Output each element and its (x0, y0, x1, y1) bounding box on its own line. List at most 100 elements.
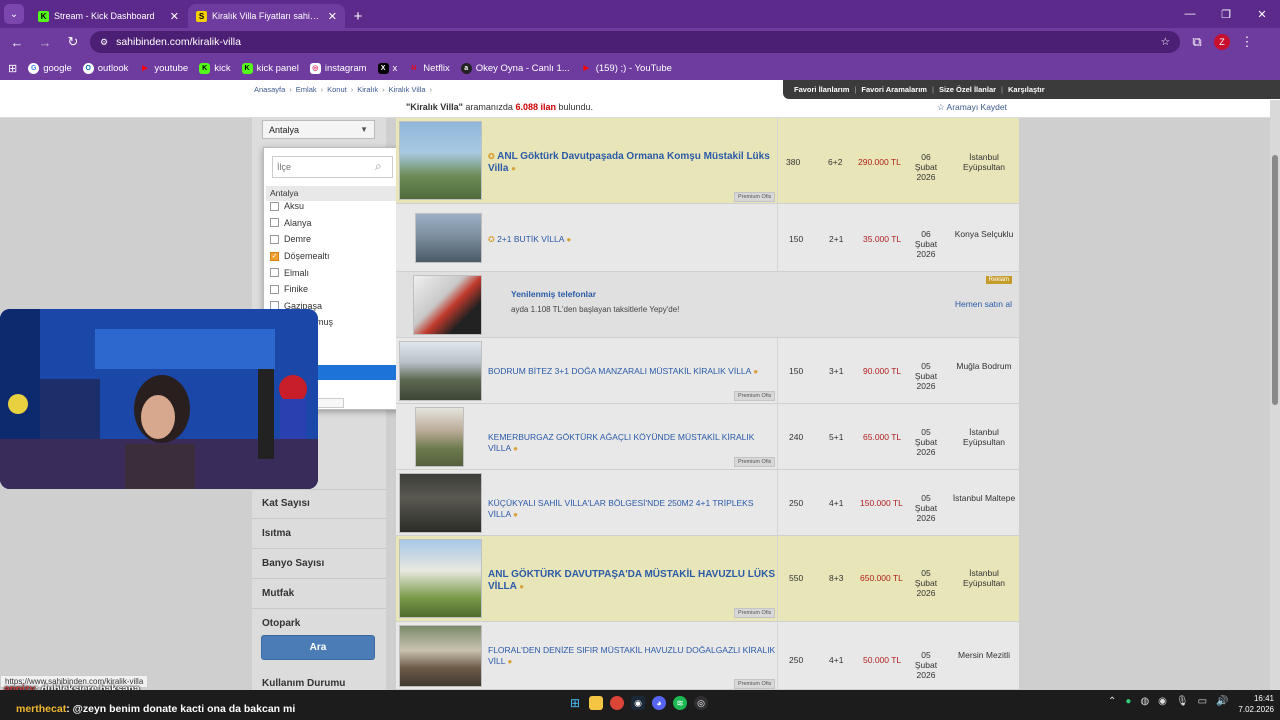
district-option[interactable]: ✓ Döşemealtı (270, 248, 404, 265)
page-scrollbar[interactable] (1270, 100, 1280, 690)
forward-icon[interactable]: → (34, 31, 56, 53)
search-button[interactable]: Ara (261, 635, 375, 660)
listing-thumbnail[interactable] (399, 473, 482, 533)
filter-bathroom-count[interactable]: Banyo Sayısı (262, 558, 324, 569)
favorite-icon[interactable]: ● (753, 367, 758, 376)
apps-grid-icon[interactable]: ⊞ (8, 62, 17, 75)
bookmark-x[interactable]: Xx (377, 62, 397, 74)
ad-cta-link[interactable]: Hemen satın al (955, 299, 1012, 309)
filter-parking[interactable]: Otopark (262, 618, 300, 629)
special-listings-link[interactable]: Size Özel İlanlar (939, 85, 996, 94)
save-search-link[interactable]: ☆ Aramayı Kaydet (937, 102, 1007, 113)
bookmark-kick-panel[interactable]: Kkick panel (241, 62, 299, 74)
listing-title[interactable]: ✪ 2+1 BUTİK VİLLA ● (488, 234, 778, 245)
new-tab-button[interactable]: + (346, 4, 370, 28)
listing-thumbnail[interactable] (415, 407, 464, 467)
listing-title[interactable]: KÜÇÜKYALI SAHİL VİLLA'LAR BÖLGESİ'NDE 25… (488, 498, 778, 520)
listing-thumbnail[interactable] (399, 341, 482, 401)
listing-row[interactable]: KÜÇÜKYALI SAHİL VİLLA'LAR BÖLGESİ'NDE 25… (396, 470, 1019, 536)
favorite-searches-link[interactable]: Favori Aramalarım (861, 85, 927, 94)
district-option[interactable]: Demre (270, 231, 404, 248)
listing-row[interactable]: ✪ ANL Göktürk Davutpaşada Ormana Komşu M… (396, 118, 1019, 204)
sponsored-ad[interactable]: Yenilenmiş telefonlar ayda 1.108 TL'den … (396, 272, 1019, 338)
favorite-icon[interactable]: ● (513, 444, 518, 453)
bookmark-instagram[interactable]: ◎ instagram (309, 62, 367, 74)
extensions-icon[interactable]: ⧉ (1186, 31, 1208, 53)
ad-title[interactable]: Yenilenmiş telefonlar (511, 289, 596, 299)
steam-icon[interactable]: ◉ (631, 696, 645, 710)
bookmark-star-icon[interactable]: ☆ (1161, 36, 1170, 48)
scrollbar-thumb[interactable] (1272, 155, 1278, 405)
minimize-icon[interactable]: — (1172, 0, 1208, 28)
favorite-icon[interactable]: ● (566, 235, 571, 244)
filter-kitchen[interactable]: Mutfak (262, 588, 294, 599)
bookmark-outlook[interactable]: Ooutlook (82, 62, 128, 74)
volume-icon[interactable]: 🔊 (1216, 696, 1228, 707)
filter-heating[interactable]: Isıtma (262, 528, 291, 539)
listing-row[interactable]: KEMERBURGAZ GÖKTÜRK AĞAÇLI KÖYÜNDE MÜSTA… (396, 404, 1019, 470)
favorite-listings-link[interactable]: Favori İlanlarım (794, 85, 849, 94)
discord-icon[interactable]: ◕ (652, 696, 666, 710)
listing-thumbnail[interactable] (399, 121, 482, 200)
favorite-icon[interactable]: ● (511, 164, 516, 173)
bookmark-google[interactable]: Ggoogle (28, 62, 72, 74)
listing-title[interactable]: BODRUM BİTEZ 3+1 DOĞA MANZARALI MÜSTAKİL… (488, 366, 778, 377)
checkbox[interactable] (270, 201, 279, 211)
restore-icon[interactable]: ❐ (1208, 0, 1244, 28)
favorite-icon[interactable]: ● (519, 582, 524, 591)
listing-thumbnail[interactable] (399, 625, 482, 687)
listing-title[interactable]: FLORAL'DEN DENİZE SIFIR MÜSTAKİL HAVUZLU… (488, 645, 778, 667)
tray-app-icon[interactable]: ◍ (1140, 696, 1149, 707)
windows-start-icon[interactable]: ⊞ (568, 696, 582, 710)
bookmark-youtube[interactable]: ▶ youtube (139, 63, 188, 74)
listing-row[interactable]: ✪ 2+1 BUTİK VİLLA ● 150 2+1 35.000 TL 06… (396, 204, 1019, 272)
listing-row[interactable]: ANL GÖKTÜRK DAVUTPAŞA'DA MÜSTAKİL HAVUZL… (396, 536, 1019, 622)
tray-overflow-icon[interactable]: ⌃ (1108, 696, 1116, 707)
url-input[interactable]: ⚙ sahibinden.com/kiralik-villa ☆ (90, 31, 1180, 53)
district-option[interactable]: Finike (270, 281, 404, 298)
tab-sahibinden[interactable]: S Kiralık Villa Fiyatları sahibinden.com… (188, 4, 345, 28)
filter-usage-status[interactable]: Kullanım Durumu (262, 678, 345, 689)
city-select[interactable]: Antalya ▼ (262, 120, 375, 139)
listing-thumbnail[interactable] (399, 539, 482, 618)
favorite-icon[interactable]: ● (508, 657, 513, 666)
district-option[interactable]: Aksu (270, 198, 404, 215)
back-icon[interactable]: ← (6, 31, 28, 53)
tab-search-icon[interactable]: ⌄ (4, 4, 24, 24)
listing-title[interactable]: ✪ ANL Göktürk Davutpaşada Ormana Komşu M… (488, 151, 778, 175)
obs-icon[interactable]: ◎ (694, 696, 708, 710)
bookmark-youtube-159[interactable]: ▶ (159) ;) - YouTube (581, 63, 671, 74)
spotify-icon[interactable]: ≋ (673, 696, 687, 710)
listing-title[interactable]: KEMERBURGAZ GÖKTÜRK AĞAÇLI KÖYÜNDE MÜSTA… (488, 432, 778, 454)
favorite-icon[interactable]: ● (513, 510, 518, 519)
checkbox[interactable] (270, 234, 279, 244)
breadcrumb-link[interactable]: Kiralık Villa (389, 85, 426, 94)
file-explorer-icon[interactable] (589, 696, 603, 710)
ad-image[interactable] (413, 275, 482, 335)
display-icon[interactable]: ▭ (1198, 696, 1207, 707)
breadcrumb-link[interactable]: Anasayfa (254, 85, 285, 94)
filter-floor-count[interactable]: Kat Sayısı (262, 498, 310, 509)
reload-icon[interactable]: ↻ (62, 31, 84, 53)
breadcrumb-link[interactable]: Konut (327, 85, 347, 94)
menu-kebab-icon[interactable]: ⋮ (1236, 31, 1258, 53)
microphone-icon[interactable]: 🎙 (1176, 696, 1189, 707)
listing-title[interactable]: ANL GÖKTÜRK DAVUTPAŞA'DA MÜSTAKİL HAVUZL… (488, 569, 778, 593)
compare-link[interactable]: Karşılaştır (1008, 85, 1045, 94)
site-info-icon[interactable]: ⚙ (100, 37, 108, 48)
tab-kick-dashboard[interactable]: K Stream - Kick Dashboard ✕ (30, 4, 187, 28)
close-window-icon[interactable]: ✕ (1244, 0, 1280, 28)
listing-row[interactable]: FLORAL'DEN DENİZE SIFIR MÜSTAKİL HAVUZLU… (396, 622, 1019, 690)
checkbox[interactable] (270, 268, 279, 278)
checkbox[interactable] (270, 218, 279, 228)
listing-thumbnail[interactable] (415, 213, 482, 263)
breadcrumb-link[interactable]: Emlak (296, 85, 317, 94)
chrome-icon[interactable] (610, 696, 624, 710)
steam-tray-icon[interactable]: ◉ (1158, 696, 1167, 707)
checkbox[interactable] (270, 284, 279, 294)
breadcrumb-link[interactable]: Kiralık (357, 85, 378, 94)
taskbar-clock[interactable]: 16:41 7.02.2026 (1230, 693, 1274, 715)
tab-close-icon[interactable]: ✕ (170, 10, 179, 23)
tray-app-icon[interactable]: ● (1125, 696, 1131, 707)
checkbox-checked[interactable]: ✓ (270, 251, 279, 261)
